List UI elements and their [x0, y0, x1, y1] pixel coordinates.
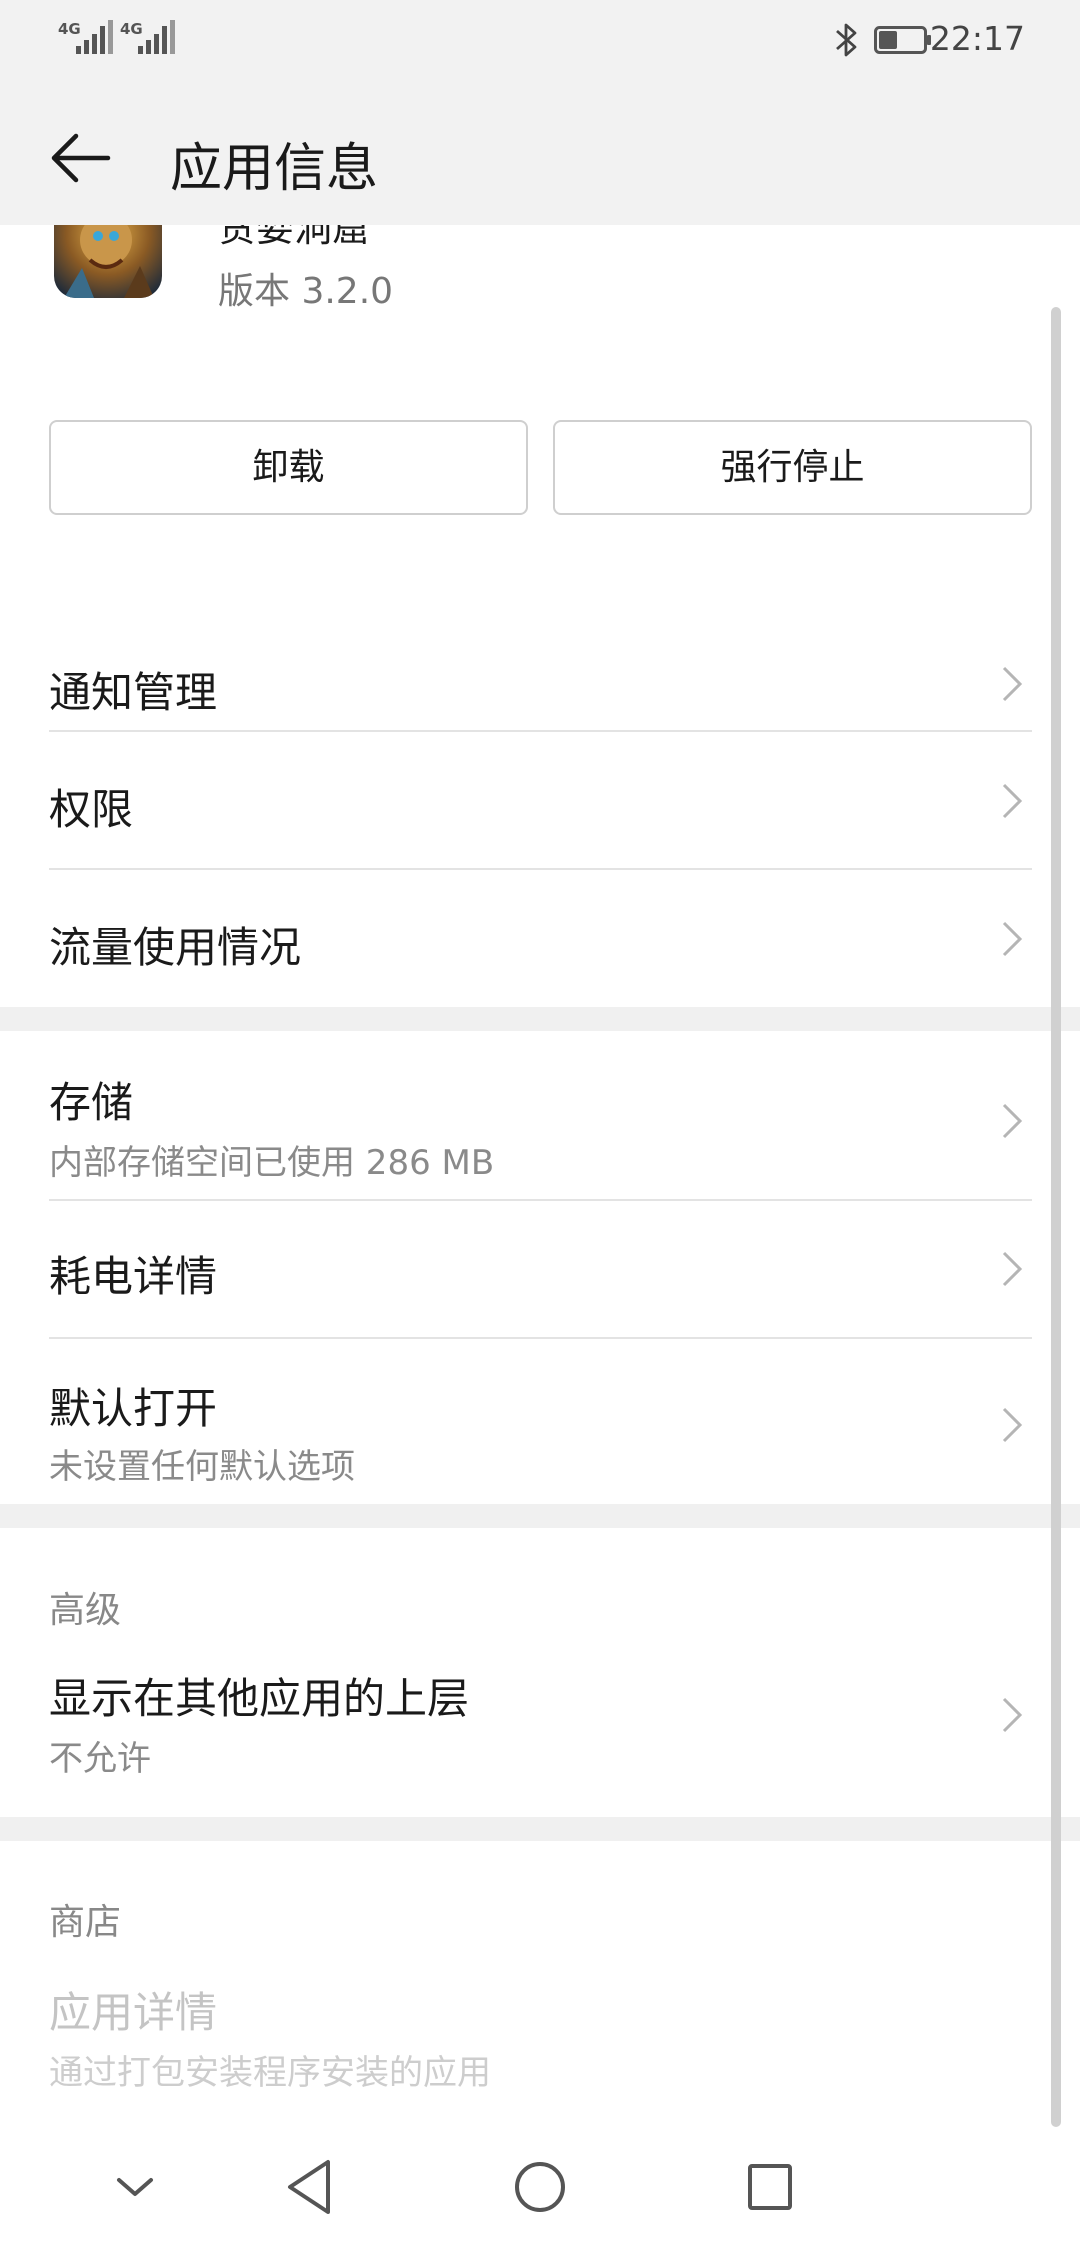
section-header-advanced: 高级: [49, 1590, 122, 1631]
app-info-screen: 4G 4G 22:17 应用信息 贪婪洞窟 版本 3.2.0 卸载 强行停止 通…: [0, 0, 1080, 2244]
chevron-right-icon: [1002, 1407, 1023, 1443]
list-item-subtitle: 内部存储空间已使用 286 MB: [49, 1143, 495, 1183]
nav-back-button[interactable]: [270, 2152, 350, 2222]
app-icon: [54, 225, 162, 298]
page-title: 应用信息: [170, 139, 379, 199]
app-version: 版本 3.2.0: [218, 271, 394, 312]
bluetooth-icon: [836, 23, 857, 57]
chevron-right-icon: [1002, 1697, 1023, 1733]
status-bar: 4G 4G 22:17: [0, 0, 1080, 80]
app-bar: 应用信息: [0, 80, 1080, 225]
section-gap: [0, 1504, 1080, 1528]
nav-home-button[interactable]: [500, 2152, 580, 2222]
section-gap: [0, 1007, 1080, 1031]
uninstall-button[interactable]: 卸载: [49, 420, 528, 515]
chevron-right-icon: [1002, 666, 1023, 702]
list-item-battery-usage[interactable]: 耗电详情: [0, 1201, 1080, 1338]
list-item-display-over-apps[interactable]: 显示在其他应用的上层 不允许: [0, 1651, 1080, 1813]
chevron-right-icon: [1002, 783, 1023, 819]
force-stop-button[interactable]: 强行停止: [553, 420, 1032, 515]
chevron-right-icon: [1002, 1103, 1023, 1139]
arrow-left-icon: [51, 133, 111, 183]
back-button[interactable]: [40, 118, 120, 198]
hide-nav-button[interactable]: [95, 2152, 175, 2222]
app-header: 贪婪洞窟 版本 3.2.0: [0, 225, 1080, 375]
navigation-bar: [0, 2130, 1080, 2244]
chevron-right-icon: [1002, 921, 1023, 957]
scrollbar[interactable]: [1051, 307, 1061, 2127]
list-item-subtitle: 不允许: [49, 1739, 151, 1779]
chevron-right-icon: [1002, 1251, 1023, 1287]
back-triangle-icon: [288, 2160, 330, 2214]
nav-recents-button[interactable]: [730, 2152, 810, 2222]
list-item-title: 存储: [49, 1078, 134, 1127]
home-circle-icon: [515, 2162, 565, 2212]
section-gap: [0, 1817, 1080, 1841]
list-item-title: 权限: [49, 785, 134, 834]
list-item-title: 流量使用情况: [49, 923, 302, 972]
recents-square-icon: [748, 2164, 792, 2210]
content-scroll-area[interactable]: 贪婪洞窟 版本 3.2.0 卸载 强行停止 通知管理 权限 流量使用情况 存储 …: [0, 225, 1080, 2130]
list-item-app-details: 应用详情 通过打包安装程序安装的应用: [0, 1965, 1080, 2125]
list-item-title: 通知管理: [49, 668, 218, 717]
list-item-subtitle: 通过打包安装程序安装的应用: [49, 2053, 491, 2093]
list-item-title: 默认打开: [49, 1384, 218, 1433]
app-name: 贪婪洞窟: [218, 225, 371, 250]
list-item-title: 应用详情: [49, 1988, 218, 2037]
list-item-permissions[interactable]: 权限: [0, 732, 1080, 869]
list-item-data-usage[interactable]: 流量使用情况: [0, 870, 1080, 1007]
chevron-down-icon: [117, 2178, 153, 2196]
list-item-subtitle: 未设置任何默认选项: [49, 1447, 355, 1487]
section-header-store: 商店: [49, 1902, 122, 1943]
list-item-title: 显示在其他应用的上层: [49, 1674, 470, 1723]
status-time: 22:17: [929, 19, 1025, 58]
list-item-open-by-default[interactable]: 默认打开 未设置任何默认选项: [0, 1339, 1080, 1504]
list-item-storage[interactable]: 存储 内部存储空间已使用 286 MB: [0, 1031, 1080, 1199]
battery-icon: [874, 26, 931, 54]
list-item-title: 耗电详情: [49, 1252, 218, 1301]
